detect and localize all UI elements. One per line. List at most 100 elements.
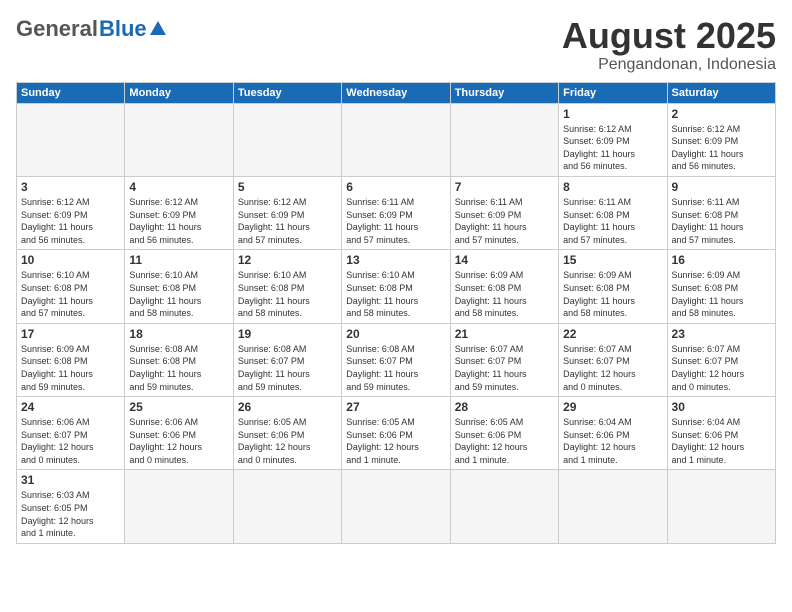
day-info: Sunrise: 6:07 AMSunset: 6:07 PMDaylight:…: [563, 343, 662, 393]
col-sunday: Sunday: [17, 82, 125, 103]
day-number: 21: [455, 327, 554, 341]
day-number: 4: [129, 180, 228, 194]
calendar-day-cell: [125, 470, 233, 543]
day-number: 5: [238, 180, 337, 194]
calendar-day-cell: [17, 103, 125, 176]
day-info: Sunrise: 6:11 AMSunset: 6:09 PMDaylight:…: [455, 196, 554, 246]
calendar-week-row: 24Sunrise: 6:06 AMSunset: 6:07 PMDayligh…: [17, 397, 776, 470]
day-info: Sunrise: 6:07 AMSunset: 6:07 PMDaylight:…: [455, 343, 554, 393]
day-info: Sunrise: 6:12 AMSunset: 6:09 PMDaylight:…: [672, 123, 771, 173]
calendar-day-cell: 15 Sunrise: 6:09 AMSunset: 6:08 PMDayligh…: [559, 250, 667, 323]
calendar-week-row: 31Sunrise: 6:03 AMSunset: 6:05 PMDayligh…: [17, 470, 776, 543]
calendar-day-cell: 18 Sunrise: 6:08 AMSunset: 6:08 PMDayligh…: [125, 323, 233, 396]
day-info: Sunrise: 6:09 AMSunset: 6:08 PMDaylight:…: [672, 269, 771, 319]
day-info: Sunrise: 6:08 AMSunset: 6:08 PMDaylight:…: [129, 343, 228, 393]
day-number: 18: [129, 327, 228, 341]
day-number: 25: [129, 400, 228, 414]
calendar-day-cell: [233, 470, 341, 543]
calendar-day-cell: [450, 103, 558, 176]
calendar-day-cell: [667, 470, 775, 543]
day-number: 9: [672, 180, 771, 194]
day-number: 22: [563, 327, 662, 341]
day-info: Sunrise: 6:12 AMSunset: 6:09 PMDaylight:…: [238, 196, 337, 246]
day-info: Sunrise: 6:09 AMSunset: 6:08 PMDaylight:…: [455, 269, 554, 319]
day-info: Sunrise: 6:10 AMSunset: 6:08 PMDaylight:…: [21, 269, 120, 319]
calendar-day-cell: 29 Sunrise: 6:04 AMSunset: 6:06 PMDayligh…: [559, 397, 667, 470]
calendar-day-cell: 13Sunrise: 6:10 AMSunset: 6:08 PMDayligh…: [342, 250, 450, 323]
day-info: Sunrise: 6:03 AMSunset: 6:05 PMDaylight:…: [21, 489, 120, 539]
day-info: Sunrise: 6:08 AMSunset: 6:07 PMDaylight:…: [346, 343, 445, 393]
day-number: 1: [563, 107, 662, 121]
calendar-day-cell: 1 Sunrise: 6:12 AMSunset: 6:09 PMDaylight…: [559, 103, 667, 176]
day-info: Sunrise: 6:12 AMSunset: 6:09 PMDaylight:…: [21, 196, 120, 246]
logo-triangle-icon: [149, 19, 167, 37]
calendar-day-cell: 16 Sunrise: 6:09 AMSunset: 6:08 PMDayligh…: [667, 250, 775, 323]
calendar-day-cell: 4Sunrise: 6:12 AMSunset: 6:09 PMDaylight…: [125, 176, 233, 249]
calendar-day-cell: [559, 470, 667, 543]
calendar-day-cell: 6 Sunrise: 6:11 AMSunset: 6:09 PMDaylight…: [342, 176, 450, 249]
day-info: Sunrise: 6:10 AMSunset: 6:08 PMDaylight:…: [346, 269, 445, 319]
calendar-day-cell: [342, 103, 450, 176]
calendar-day-cell: 7Sunrise: 6:11 AMSunset: 6:09 PMDaylight…: [450, 176, 558, 249]
col-saturday: Saturday: [667, 82, 775, 103]
calendar-day-cell: 2Sunrise: 6:12 AMSunset: 6:09 PMDaylight…: [667, 103, 775, 176]
col-wednesday: Wednesday: [342, 82, 450, 103]
day-number: 20: [346, 327, 445, 341]
calendar-week-row: 10 Sunrise: 6:10 AMSunset: 6:08 PMDayligh…: [17, 250, 776, 323]
calendar-week-row: 17 Sunrise: 6:09 AMSunset: 6:08 PMDayligh…: [17, 323, 776, 396]
day-info: Sunrise: 6:11 AMSunset: 6:08 PMDaylight:…: [672, 196, 771, 246]
page: General Blue August 2025 Pengandonan, In…: [0, 0, 792, 612]
day-info: Sunrise: 6:07 AMSunset: 6:07 PMDaylight:…: [672, 343, 771, 393]
day-info: Sunrise: 6:04 AMSunset: 6:06 PMDaylight:…: [563, 416, 662, 466]
day-info: Sunrise: 6:05 AMSunset: 6:06 PMDaylight:…: [346, 416, 445, 466]
day-number: 15: [563, 253, 662, 267]
calendar-day-cell: 12 Sunrise: 6:10 AMSunset: 6:08 PMDayligh…: [233, 250, 341, 323]
day-number: 12: [238, 253, 337, 267]
calendar-day-cell: 8Sunrise: 6:11 AMSunset: 6:08 PMDaylight…: [559, 176, 667, 249]
calendar-day-cell: 30 Sunrise: 6:04 AMSunset: 6:06 PMDayligh…: [667, 397, 775, 470]
day-info: Sunrise: 6:12 AMSunset: 6:09 PMDaylight:…: [563, 123, 662, 173]
day-number: 27: [346, 400, 445, 414]
calendar-subtitle: Pengandonan, Indonesia: [562, 56, 776, 74]
header: General Blue August 2025 Pengandonan, In…: [16, 16, 776, 74]
day-number: 11: [129, 253, 228, 267]
day-number: 10: [21, 253, 120, 267]
day-info: Sunrise: 6:05 AMSunset: 6:06 PMDaylight:…: [238, 416, 337, 466]
calendar-header-row: Sunday Monday Tuesday Wednesday Thursday…: [17, 82, 776, 103]
day-info: Sunrise: 6:05 AMSunset: 6:06 PMDaylight:…: [455, 416, 554, 466]
day-info: Sunrise: 6:11 AMSunset: 6:08 PMDaylight:…: [563, 196, 662, 246]
day-info: Sunrise: 6:09 AMSunset: 6:08 PMDaylight:…: [21, 343, 120, 393]
calendar-day-cell: 3Sunrise: 6:12 AMSunset: 6:09 PMDaylight…: [17, 176, 125, 249]
day-info: Sunrise: 6:11 AMSunset: 6:09 PMDaylight:…: [346, 196, 445, 246]
calendar-day-cell: 26 Sunrise: 6:05 AMSunset: 6:06 PMDayligh…: [233, 397, 341, 470]
logo-blue: Blue: [99, 16, 147, 42]
calendar-day-cell: 19Sunrise: 6:08 AMSunset: 6:07 PMDayligh…: [233, 323, 341, 396]
title-block: August 2025 Pengandonan, Indonesia: [562, 16, 776, 74]
calendar-day-cell: [342, 470, 450, 543]
day-info: Sunrise: 6:10 AMSunset: 6:08 PMDaylight:…: [129, 269, 228, 319]
day-number: 19: [238, 327, 337, 341]
col-tuesday: Tuesday: [233, 82, 341, 103]
day-info: Sunrise: 6:10 AMSunset: 6:08 PMDaylight:…: [238, 269, 337, 319]
day-number: 26: [238, 400, 337, 414]
calendar-day-cell: 25 Sunrise: 6:06 AMSunset: 6:06 PMDayligh…: [125, 397, 233, 470]
day-number: 16: [672, 253, 771, 267]
day-number: 14: [455, 253, 554, 267]
day-number: 17: [21, 327, 120, 341]
day-info: Sunrise: 6:04 AMSunset: 6:06 PMDaylight:…: [672, 416, 771, 466]
day-info: Sunrise: 6:06 AMSunset: 6:06 PMDaylight:…: [129, 416, 228, 466]
day-number: 28: [455, 400, 554, 414]
calendar-table: Sunday Monday Tuesday Wednesday Thursday…: [16, 82, 776, 544]
day-number: 6: [346, 180, 445, 194]
calendar-day-cell: 20 Sunrise: 6:08 AMSunset: 6:07 PMDayligh…: [342, 323, 450, 396]
calendar-day-cell: 5 Sunrise: 6:12 AMSunset: 6:09 PMDaylight…: [233, 176, 341, 249]
calendar-week-row: 3Sunrise: 6:12 AMSunset: 6:09 PMDaylight…: [17, 176, 776, 249]
day-number: 30: [672, 400, 771, 414]
calendar-day-cell: 11 Sunrise: 6:10 AMSunset: 6:08 PMDayligh…: [125, 250, 233, 323]
calendar-day-cell: 14 Sunrise: 6:09 AMSunset: 6:08 PMDayligh…: [450, 250, 558, 323]
col-thursday: Thursday: [450, 82, 558, 103]
calendar-day-cell: [450, 470, 558, 543]
calendar-title: August 2025: [562, 16, 776, 56]
day-number: 29: [563, 400, 662, 414]
day-info: Sunrise: 6:09 AMSunset: 6:08 PMDaylight:…: [563, 269, 662, 319]
